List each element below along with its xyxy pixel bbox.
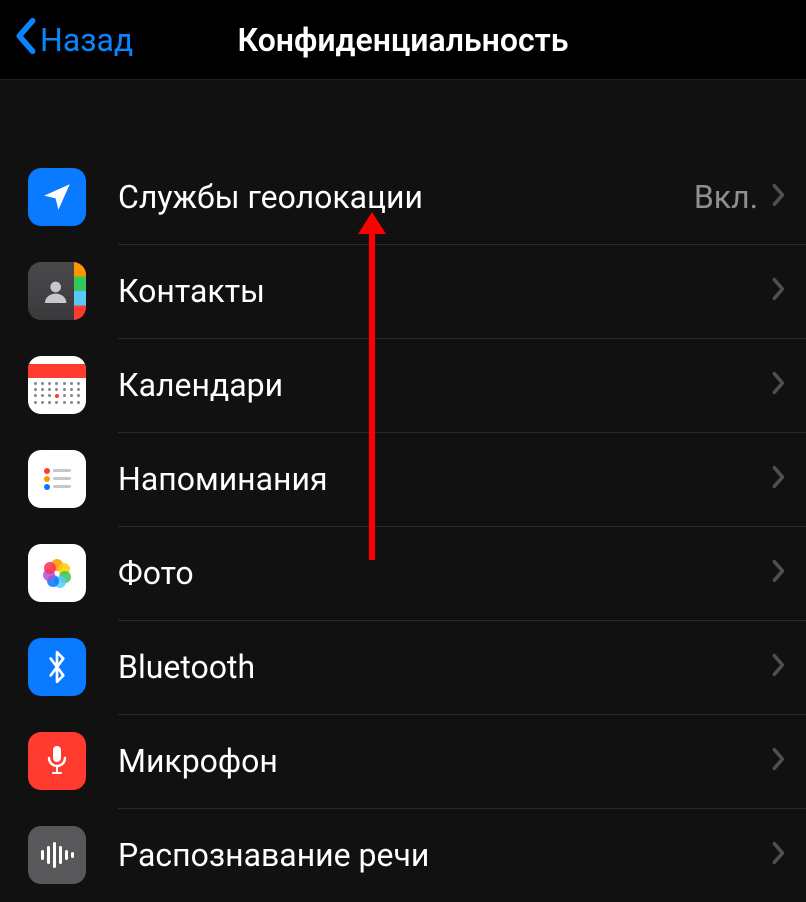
chevron-right-icon: [772, 653, 786, 681]
calendar-icon: [28, 356, 86, 414]
row-label: Службы геолокации: [118, 178, 694, 216]
reminders-icon: [28, 450, 86, 508]
row-label: Контакты: [118, 272, 772, 310]
chevron-right-icon: [772, 465, 786, 493]
chevron-left-icon: [12, 17, 38, 63]
bluetooth-icon: [28, 638, 86, 696]
back-button[interactable]: Назад: [12, 17, 133, 63]
microphone-icon: [28, 732, 86, 790]
chevron-right-icon: [772, 371, 786, 399]
speech-recognition-icon: [28, 826, 86, 884]
chevron-right-icon: [772, 559, 786, 587]
row-label: Фото: [118, 554, 772, 592]
row-speech-recognition[interactable]: Распознавание речи: [0, 808, 806, 902]
row-label: Распознавание речи: [118, 836, 772, 874]
row-reminders[interactable]: Напоминания: [0, 432, 806, 526]
row-value: Вкл.: [694, 178, 758, 216]
row-label: Календари: [118, 366, 772, 404]
photos-icon: [28, 544, 86, 602]
row-label: Bluetooth: [118, 648, 772, 686]
settings-list: Службы геолокации Вкл. Контакты Календар…: [0, 150, 806, 902]
row-bluetooth[interactable]: Bluetooth: [0, 620, 806, 714]
row-calendars[interactable]: Календари: [0, 338, 806, 432]
chevron-right-icon: [772, 747, 786, 775]
nav-header: Назад Конфиденциальность: [0, 0, 806, 80]
contacts-icon: [28, 262, 86, 320]
row-label: Напоминания: [118, 460, 772, 498]
location-icon: [28, 168, 86, 226]
row-location-services[interactable]: Службы геолокации Вкл.: [0, 150, 806, 244]
row-photos[interactable]: Фото: [0, 526, 806, 620]
chevron-right-icon: [772, 841, 786, 869]
chevron-right-icon: [772, 183, 786, 211]
row-microphone[interactable]: Микрофон: [0, 714, 806, 808]
row-label: Микрофон: [118, 742, 772, 780]
section-spacer: [0, 80, 806, 150]
row-contacts[interactable]: Контакты: [0, 244, 806, 338]
chevron-right-icon: [772, 277, 786, 305]
back-label: Назад: [40, 21, 133, 59]
